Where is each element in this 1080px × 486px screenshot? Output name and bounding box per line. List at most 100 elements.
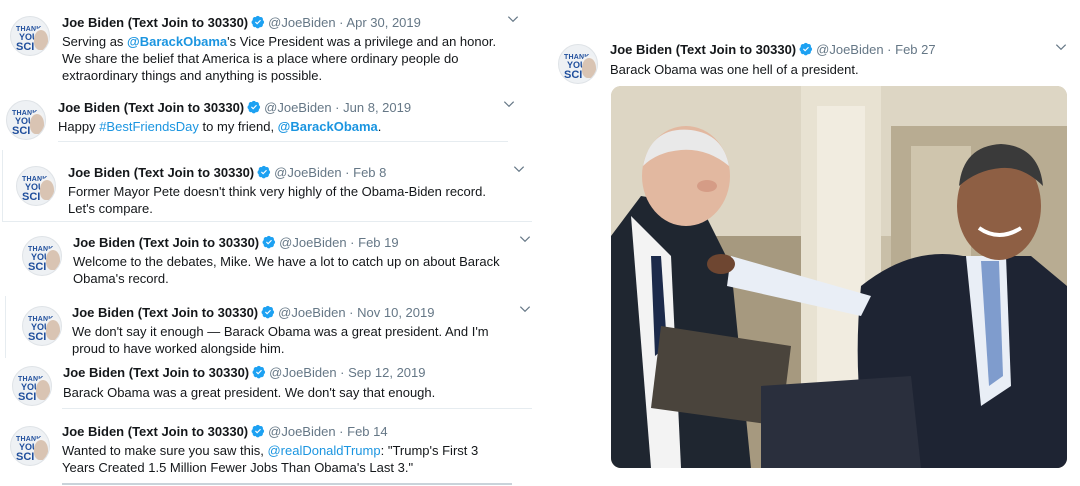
author-handle[interactable]: @JoeBiden <box>269 365 336 380</box>
tweet-text-segment: Years Created 1.5 Million Fewer Jobs Tha… <box>62 460 315 475</box>
tweet-text-segment: Wanted to make sure you saw this, <box>62 443 268 458</box>
avatar[interactable]: THANK YOU SCI <box>10 16 50 56</box>
avatar-face <box>30 114 44 134</box>
tweet-link[interactable]: @BarackObama <box>278 119 378 134</box>
verified-badge-icon <box>257 165 271 179</box>
author-name[interactable]: Joe Biden (Text Join to 30330) <box>63 365 249 380</box>
chevron-down-icon[interactable] <box>518 232 532 246</box>
tweet-date[interactable]: Feb 14 <box>347 424 387 439</box>
tweet-line: We share the belief that America is a pl… <box>62 51 459 66</box>
separator-dot: · <box>335 100 340 115</box>
tweet-link[interactable]: @BarackObama <box>127 34 227 49</box>
tweet-line: Barack Obama was a great president. We d… <box>63 384 523 401</box>
tweet-text: We don't say it enough — Barack Obama wa… <box>72 323 532 357</box>
author-handle[interactable]: @JoeBiden <box>264 100 331 115</box>
avatar[interactable]: THANK YOU SCI <box>558 44 598 84</box>
avatar[interactable]: THANK YOU SCI <box>10 426 50 466</box>
tweet-card[interactable]: THANK YOU SCI Joe Biden (Text Join to 30… <box>0 294 540 358</box>
separator-dot: · <box>349 305 354 320</box>
tweet-link[interactable]: @realDonaldTrump <box>267 443 380 458</box>
chevron-down-icon[interactable] <box>502 97 516 111</box>
separator-dot: · <box>339 15 344 30</box>
avatar[interactable]: THANK YOU SCI <box>16 166 56 206</box>
avatar-face <box>34 440 48 460</box>
tweet-header: Joe Biden (Text Join to 30330) @JoeBiden … <box>610 41 936 58</box>
tweet-date[interactable]: Feb 8 <box>353 165 386 180</box>
chevron-down-icon[interactable] <box>512 162 526 176</box>
author-handle[interactable]: @JoeBiden <box>268 15 335 30</box>
tweet-card[interactable]: THANK YOU SCI Joe Biden (Text Join to 30… <box>0 222 540 294</box>
author-name[interactable]: Joe Biden (Text Join to 30330) <box>62 424 248 439</box>
tweet-text: Wanted to make sure you saw this, @realD… <box>62 442 522 476</box>
tweet-text-segment: was a great president. And I'm <box>310 324 489 339</box>
tweet-link[interactable]: #BestFriendsDay <box>99 119 199 134</box>
avatar-text: SCI <box>564 69 583 81</box>
separator-dot: · <box>345 165 350 180</box>
author-name[interactable]: Joe Biden (Text Join to 30330) <box>72 305 258 320</box>
avatar[interactable]: THANK YOU SCI <box>22 236 62 276</box>
separator-dot: · <box>340 365 345 380</box>
avatar-text: SCI <box>12 125 31 137</box>
tweet-text-segment: Obama <box>654 62 697 77</box>
chevron-down-icon[interactable] <box>506 12 520 26</box>
tweet-card[interactable]: THANK YOU SCI Joe Biden (Text Join to 30… <box>0 358 540 410</box>
chevron-down-icon[interactable] <box>518 302 532 316</box>
avatar[interactable]: THANK YOU SCI <box>22 306 62 346</box>
tweet-text: Happy #BestFriendsDay to my friend, @Bar… <box>58 118 528 135</box>
verified-badge-icon <box>247 100 261 114</box>
tweet-line: Serving as @BarackObama's Vice President… <box>62 33 532 50</box>
avatar-text: SCI <box>18 391 37 403</box>
author-handle[interactable]: @JoeBiden <box>274 165 341 180</box>
tweet-date[interactable]: Feb 19 <box>358 235 398 250</box>
avatar[interactable]: THANK YOU SCI <box>6 100 46 140</box>
tweet-line: Happy #BestFriendsDay to my friend, @Bar… <box>58 118 528 135</box>
tweet-line: Barack Obama was one hell of a president… <box>610 61 1070 78</box>
author-handle[interactable]: @JoeBiden <box>279 235 346 250</box>
tweet-line: Let's compare. <box>68 201 153 216</box>
tweet-date[interactable]: Feb 27 <box>895 42 935 57</box>
tweet-line: Obama's record. <box>73 270 533 287</box>
tweet-text-segment: 's Vice President was a privilege and an… <box>227 34 497 49</box>
tweet-text-segment: Obama <box>267 324 311 339</box>
author-handle[interactable]: @JoeBiden <box>278 305 345 320</box>
separator-dot: · <box>339 424 344 439</box>
avatar-text: SCI <box>28 331 47 343</box>
avatar-face <box>34 30 48 50</box>
tweet-text-segment: Obama <box>314 460 357 475</box>
tweet-header: Joe Biden (Text Join to 30330) @JoeBiden … <box>62 423 388 440</box>
tweet-text-segment: . <box>377 119 382 134</box>
author-name[interactable]: Joe Biden (Text Join to 30330) <box>73 235 259 250</box>
separator-dot: · <box>887 42 892 57</box>
tweet-text-segment: Welcome to the debates, Mike. We have a … <box>73 254 500 269</box>
tweet-line: extraordinary things and anything is pos… <box>62 68 323 83</box>
tweet-card[interactable]: THANK YOU SCI Joe Biden (Text Join to 30… <box>0 0 540 90</box>
tweet-date[interactable]: Nov 10, 2019 <box>357 305 434 320</box>
tweet-date[interactable]: Apr 30, 2019 <box>346 15 420 30</box>
avatar-text: SCI <box>28 261 47 273</box>
author-name[interactable]: Joe Biden (Text Join to 30330) <box>610 42 796 57</box>
tweet-card[interactable]: THANK YOU SCI Joe Biden (Text Join to 30… <box>0 90 540 146</box>
chevron-down-icon[interactable] <box>1054 40 1068 54</box>
tweet-line: proud to have worked alongside him. <box>72 341 285 356</box>
tweet-date[interactable]: Sep 12, 2019 <box>348 365 425 380</box>
divider <box>58 141 508 142</box>
author-name[interactable]: Joe Biden (Text Join to 30330) <box>68 165 254 180</box>
avatar-face <box>46 250 60 270</box>
tweet-line: Welcome to the debates, Mike. We have a … <box>73 253 533 270</box>
tweet-card[interactable]: THANK YOU SCI Joe Biden (Text Join to 30… <box>0 150 540 222</box>
author-name[interactable]: Joe Biden (Text Join to 30330) <box>58 100 244 115</box>
author-handle[interactable]: @JoeBiden <box>816 42 883 57</box>
verified-badge-icon <box>252 365 266 379</box>
avatar[interactable]: THANK YOU SCI <box>12 366 52 406</box>
tweet-date[interactable]: Jun 8, 2019 <box>343 100 411 115</box>
author-handle[interactable]: @JoeBiden <box>268 424 335 439</box>
tweet-text-segment: Happy <box>58 119 100 134</box>
tweet-card[interactable]: THANK YOU SCI Joe Biden (Text Join to 30… <box>0 412 540 486</box>
avatar-text: SCI <box>16 451 35 463</box>
author-name[interactable]: Joe Biden (Text Join to 30330) <box>62 15 248 30</box>
tweet-photo[interactable] <box>611 86 1067 468</box>
avatar-face <box>46 320 60 340</box>
tweet-line: We don't say it enough — Barack Obama wa… <box>72 323 532 340</box>
tweet-text-segment: Obama <box>107 385 150 400</box>
tweet-line: Wanted to make sure you saw this, @realD… <box>62 442 522 459</box>
